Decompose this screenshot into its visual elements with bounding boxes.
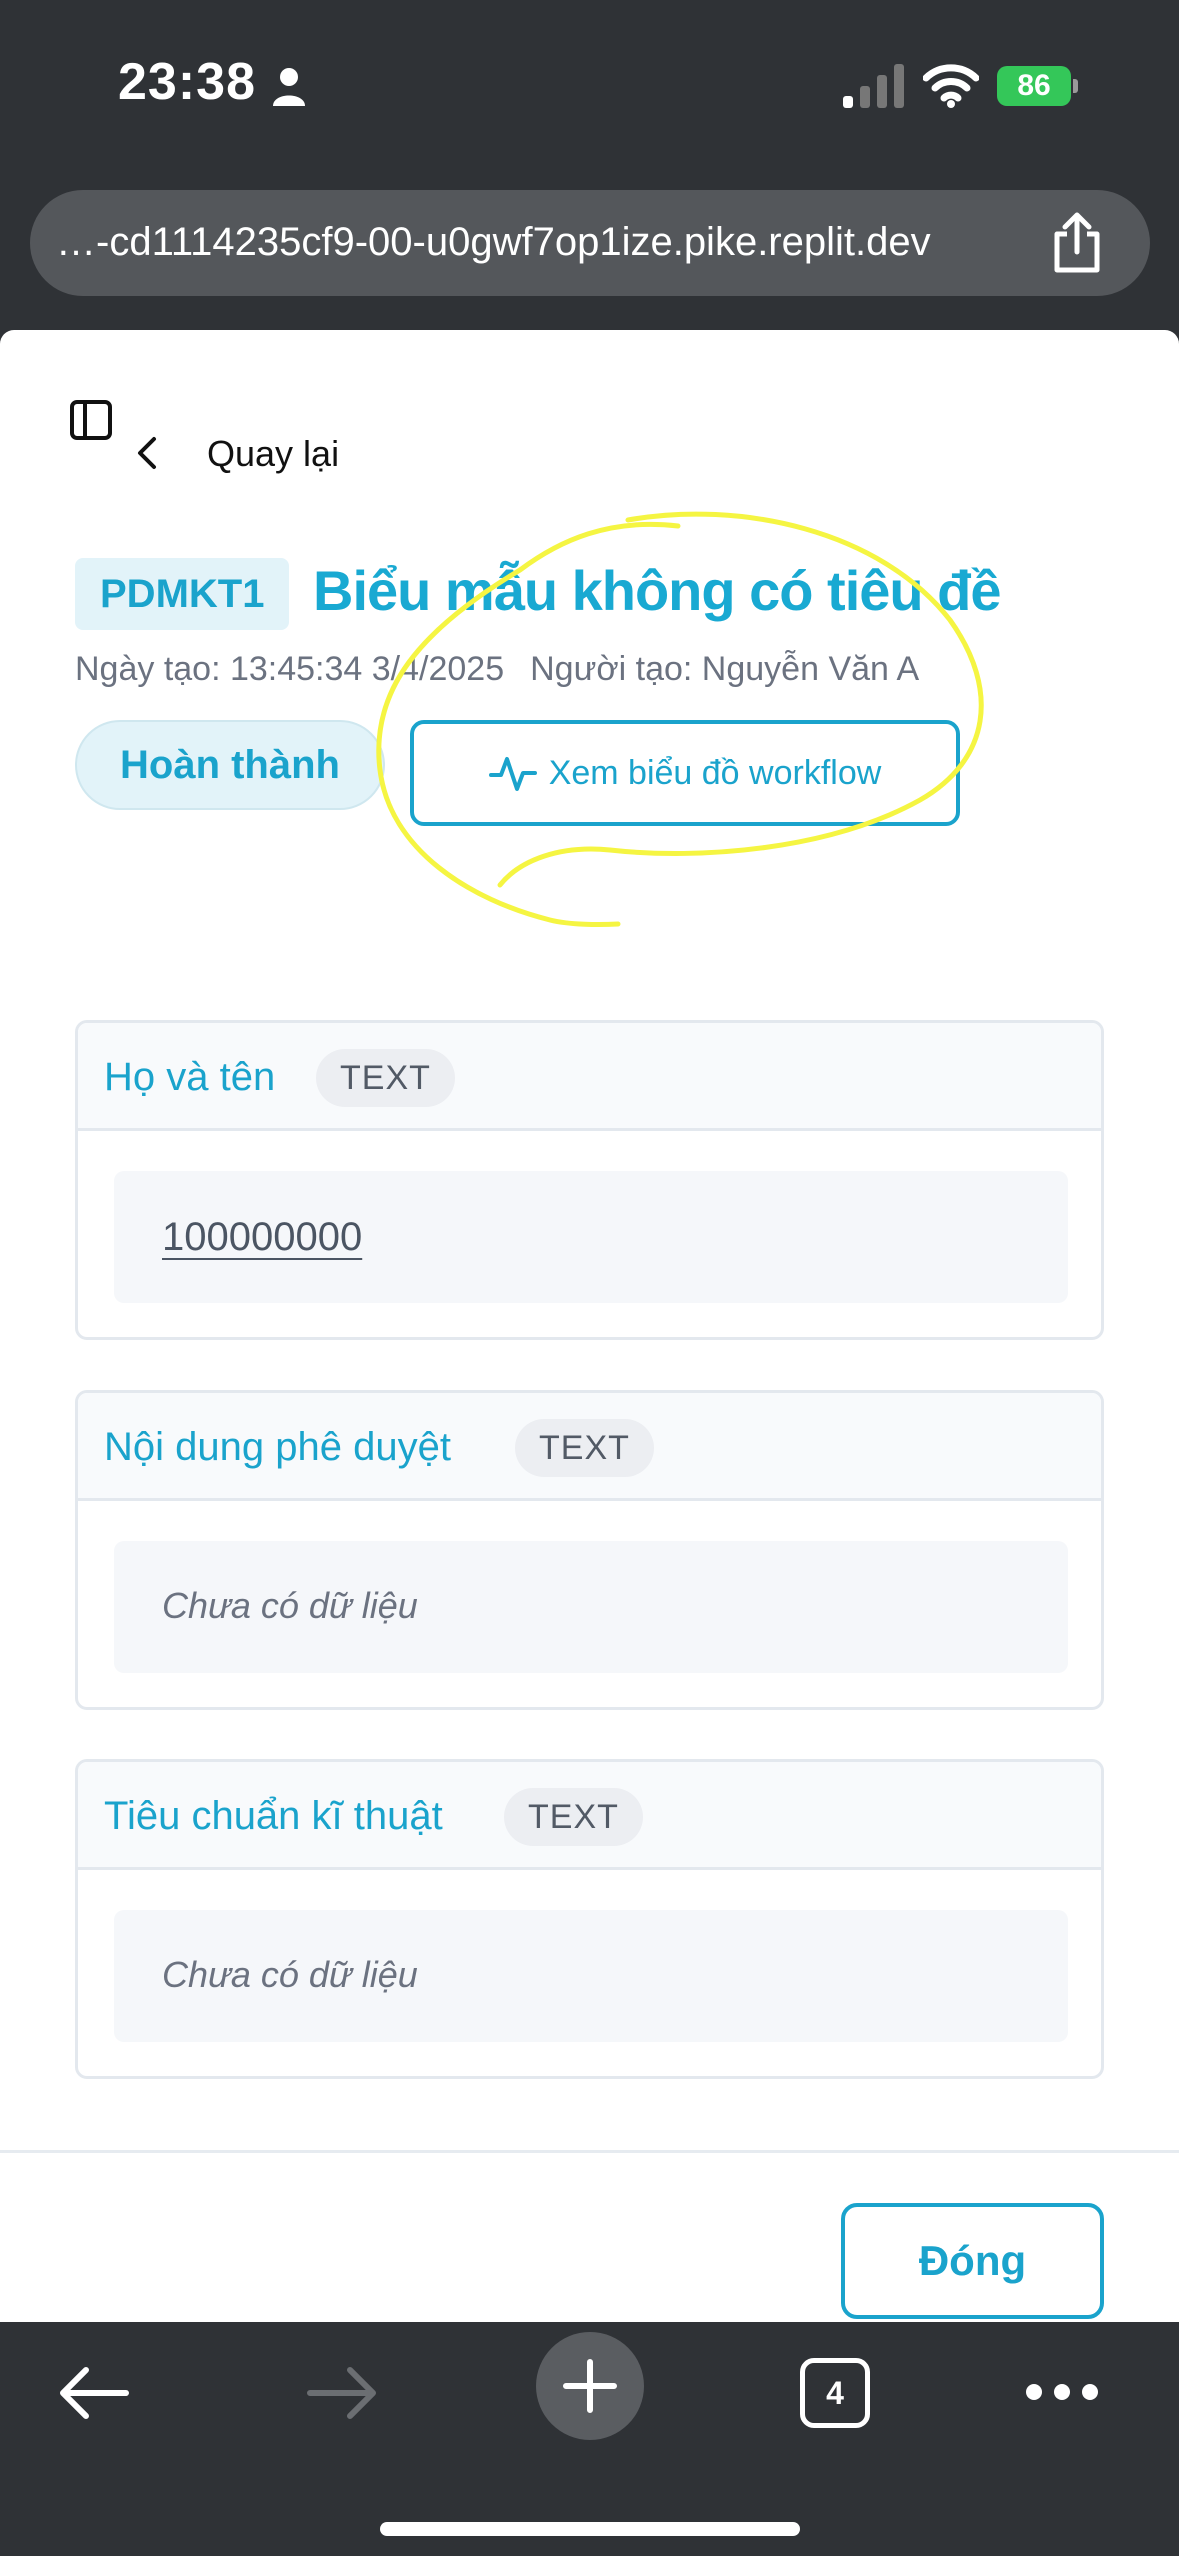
back-link[interactable]: Quay lại <box>207 433 339 475</box>
form-meta: Ngày tạo: 13:45:34 3/4/2025 Người tạo: Ng… <box>75 650 919 689</box>
wifi-icon <box>923 64 979 108</box>
status-badge: Hoàn thành <box>75 720 385 810</box>
plus-icon <box>563 2359 617 2413</box>
battery-level: 86 <box>997 66 1071 106</box>
field-value: 100000000 <box>162 1215 363 1259</box>
clock: 23:38 <box>118 53 256 111</box>
address-bar[interactable]: …-cd1114235cf9-00-u0gwf7op1ize.pike.repl… <box>30 190 1150 296</box>
close-button[interactable]: Đóng <box>841 2203 1104 2319</box>
screen: 23:38 86 …-cd1114235cf9-00-u0gwf7op1ize.… <box>0 0 1179 2556</box>
field-card-ho-va-ten: Họ và tên TEXT 100000000 <box>75 1020 1104 1340</box>
browser-toolbar: 4 <box>0 2322 1179 2556</box>
view-workflow-label: Xem biểu đồ workflow <box>548 753 882 792</box>
sidebar-toggle-icon[interactable] <box>70 400 112 440</box>
web-page: Quay lại PDMKT1 Biểu mẫu không có tiêu đ… <box>0 330 1179 2330</box>
back-arrow-icon[interactable] <box>58 2364 130 2422</box>
status-bar: 23:38 86 <box>0 0 1179 170</box>
field-label: Họ và tên <box>104 1055 276 1099</box>
field-label: Nội dung phê duyệt <box>104 1425 451 1469</box>
battery-indicator: 86 <box>997 66 1079 106</box>
field-card-tieu-chuan-ki-thuat: Tiêu chuẩn kĩ thuật TEXT Chưa có dữ liệu <box>75 1759 1104 2079</box>
more-icon[interactable] <box>1024 2380 1100 2404</box>
battery-cap <box>1073 79 1078 93</box>
form-code-badge: PDMKT1 <box>75 558 290 630</box>
url-text: …-cd1114235cf9-00-u0gwf7op1ize.pike.repl… <box>56 220 931 264</box>
field-value-empty: Chưa có dữ liệu <box>162 1954 418 1995</box>
field-value-box: Chưa có dữ liệu <box>114 1541 1068 1673</box>
created-date: Ngày tạo: 13:45:34 3/4/2025 <box>75 650 505 688</box>
field-value-empty: Chưa có dữ liệu <box>162 1585 418 1626</box>
cellular-signal-icon <box>843 64 904 108</box>
footer-divider <box>0 2150 1179 2153</box>
page-title: Biểu mẫu không có tiêu đề <box>313 559 1002 622</box>
activity-icon <box>488 757 537 791</box>
home-indicator <box>380 2522 800 2536</box>
field-value-box: 100000000 <box>114 1171 1068 1303</box>
field-card-noi-dung-phe-duyet: Nội dung phê duyệt TEXT Chưa có dữ liệu <box>75 1390 1104 1710</box>
field-type-badge: TEXT <box>316 1049 455 1107</box>
field-type-badge: TEXT <box>515 1419 654 1477</box>
field-header: Họ và tên TEXT <box>78 1023 1101 1131</box>
share-icon[interactable] <box>1049 212 1105 274</box>
view-workflow-button[interactable]: Xem biểu đồ workflow <box>410 720 960 826</box>
field-header: Nội dung phê duyệt TEXT <box>78 1393 1101 1501</box>
tabs-button[interactable]: 4 <box>800 2358 870 2428</box>
created-by: Người tạo: Nguyễn Văn A <box>530 650 920 688</box>
forward-arrow-icon[interactable] <box>306 2364 378 2422</box>
field-value-box: Chưa có dữ liệu <box>114 1910 1068 2042</box>
field-header: Tiêu chuẩn kĩ thuật TEXT <box>78 1762 1101 1870</box>
chevron-left-icon[interactable] <box>134 435 160 471</box>
person-icon <box>273 68 305 106</box>
new-tab-button[interactable] <box>536 2332 644 2440</box>
field-type-badge: TEXT <box>504 1788 643 1846</box>
field-label: Tiêu chuẩn kĩ thuật <box>104 1794 443 1838</box>
